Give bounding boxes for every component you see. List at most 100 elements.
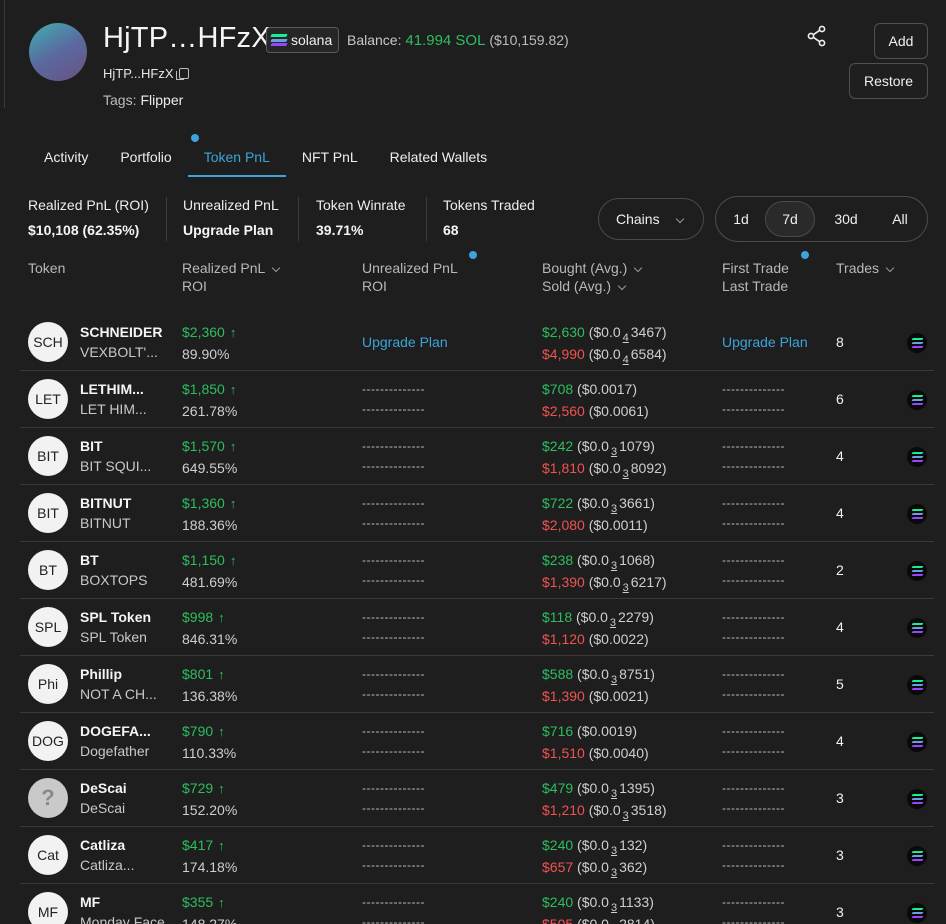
unrealized-pnl: --------------: [362, 781, 425, 795]
unrealized-pnl: --------------: [362, 439, 425, 453]
bought-avg-price: ($0.0 3 2279): [576, 609, 654, 629]
upgrade-plan-link[interactable]: Upgrade Plan: [362, 334, 448, 350]
stat-realized: Realized PnL (ROI) $10,108 (62.35%): [28, 197, 149, 238]
period-7d[interactable]: 7d: [765, 201, 815, 237]
period-all[interactable]: All: [878, 201, 922, 237]
restore-button[interactable]: Restore: [849, 63, 928, 99]
arrow-up-icon: ↑: [218, 724, 225, 739]
bought-avg-price: ($0.0019): [577, 723, 637, 739]
chains-dropdown[interactable]: Chains: [598, 198, 704, 240]
upgrade-plan-link[interactable]: Upgrade Plan: [722, 334, 808, 350]
tab-related-wallets[interactable]: Related Wallets: [374, 137, 504, 177]
token-icon: BIT: [28, 436, 68, 476]
table-row[interactable]: BIT BIT BIT SQUI... $1,570 ↑ 649.55% ---------…: [20, 428, 934, 485]
realized-pnl-value: $355: [182, 894, 214, 910]
bought: $479 ($0.0 3 1395): [542, 780, 655, 800]
sold-avg-price: ($0.032814): [577, 916, 655, 924]
unrealized-roi: --------------: [362, 516, 425, 530]
table-row[interactable]: SCH SCHNEIDER VEXBOLT'... $2,360 ↑ 89.90% Upgr…: [20, 314, 934, 371]
unrealized-pnl: --------------: [362, 724, 425, 738]
table-row[interactable]: LET LETHIM... LET HIM... $1,850 ↑ 261.78% ----…: [20, 371, 934, 428]
table-row[interactable]: SPL SPL Token SPL Token $998 ↑ 846.31% -------…: [20, 599, 934, 656]
trades-count: 2: [836, 562, 844, 578]
token-name[interactable]: BITNUT: [80, 495, 131, 511]
realized-pnl: $790 ↑: [182, 723, 225, 739]
tag-flipper[interactable]: Flipper: [140, 92, 183, 108]
first-trade: --------------: [722, 724, 785, 738]
token-name[interactable]: DOGEFA...: [80, 723, 151, 739]
token-name[interactable]: BT: [80, 552, 99, 568]
unrealized-pnl: --------------: [362, 838, 425, 852]
token-icon: LET: [28, 379, 68, 419]
last-trade: --------------: [722, 801, 785, 815]
column-realized-pnl[interactable]: Realized PnL ROI: [182, 259, 281, 295]
column-unrealized-pnl: Unrealized PnL ROI: [362, 259, 458, 295]
token-fullname: BIT SQUI...: [80, 458, 152, 474]
column-bought-sold[interactable]: Bought (Avg.) Sold (Avg.): [542, 259, 643, 295]
realized-pnl-value: $1,850: [182, 381, 225, 397]
period-1d[interactable]: 1d: [720, 201, 762, 237]
sold-amount: $4,990: [542, 346, 585, 362]
solana-icon: [907, 618, 927, 638]
stat-value: 39.71%: [316, 222, 364, 238]
token-icon: DOG: [28, 721, 68, 761]
table-row[interactable]: BIT BITNUT BITNUT $1,360 ↑ 188.36% -----------…: [20, 485, 934, 542]
zero-count: 3: [610, 902, 618, 914]
token-icon: SPL: [28, 607, 68, 647]
period-30d[interactable]: 30d: [821, 201, 871, 237]
sold-avg-price: ($0.0 3 6217): [588, 574, 667, 594]
table-row[interactable]: MF MF Monday Face $355 ↑ 148.27% -------------…: [20, 884, 934, 924]
tab-token-pnl[interactable]: Token PnL: [187, 137, 286, 177]
token-name[interactable]: Phillip: [80, 666, 122, 682]
token-name[interactable]: Catliza: [80, 837, 125, 853]
token-name[interactable]: MF: [80, 894, 100, 910]
tab-portfolio[interactable]: Portfolio: [104, 137, 187, 177]
unrealized-pnl: --------------: [362, 667, 425, 681]
arrow-up-icon: ↑: [229, 325, 237, 340]
token-fullname: Catliza...: [80, 857, 135, 873]
balance: Balance: 41.994 SOL ($10,159.82): [347, 32, 569, 49]
last-trade: --------------: [722, 459, 785, 473]
table-row[interactable]: DOG DOGEFA... Dogefather $790 ↑ 110.33% ------…: [20, 713, 934, 770]
table-row[interactable]: Cat Catliza Catliza... $417 ↑ 174.18% --------…: [20, 827, 934, 884]
bought: $588 ($0.0 3 8751): [542, 666, 655, 686]
unrealized-pnl: --------------: [362, 382, 425, 396]
realized-pnl: $801 ↑: [182, 666, 225, 682]
sold: $1,390 ($0.0021): [542, 688, 649, 704]
realized-pnl: $1,570 ↑: [182, 438, 236, 454]
token-name[interactable]: BIT: [80, 438, 103, 454]
stat-label: Unrealized PnL: [183, 197, 279, 213]
unrealized-roi: --------------: [362, 915, 425, 924]
token-name[interactable]: SCHNEIDER: [80, 324, 162, 340]
unrealized-pnl: --------------: [362, 610, 425, 624]
token-name[interactable]: DeScai: [80, 780, 127, 796]
table-row[interactable]: ? DeScai DeScai $729 ↑ 152.20% -------------- -…: [20, 770, 934, 827]
upgrade-plan-link[interactable]: Upgrade Plan: [183, 222, 279, 238]
first-trade: --------------: [722, 838, 785, 852]
solana-icon: [907, 504, 927, 524]
token-icon: Phi: [28, 664, 68, 704]
tab-activity[interactable]: Activity: [28, 137, 104, 177]
table-row[interactable]: Phi Phillip NOT A CH... $801 ↑ 136.38% -------…: [20, 656, 934, 713]
bought-amount: $240: [542, 894, 574, 910]
column-first-last-trade: First Trade Last Trade: [722, 259, 789, 295]
add-button[interactable]: Add: [874, 23, 928, 59]
sold-amount: $1,210: [542, 802, 585, 818]
sold: $1,210 ($0.0 3 3518): [542, 802, 667, 822]
token-name[interactable]: SPL Token: [80, 609, 151, 625]
bought-amount: $708: [542, 381, 574, 397]
zero-count: 4: [622, 332, 629, 344]
sold-amount: $657: [542, 859, 574, 875]
wallet-avatar: [29, 23, 87, 81]
copy-icon[interactable]: [175, 68, 189, 80]
share-icon[interactable]: [807, 25, 827, 47]
realized-pnl: $729 ↑: [182, 780, 225, 796]
realized-pnl-value: $998: [182, 609, 214, 625]
realized-pnl-value: $790: [182, 723, 214, 739]
token-fullname: Monday Face: [80, 914, 165, 924]
table-row[interactable]: BT BT BOXTOPS $1,150 ↑ 481.69% -------------- -…: [20, 542, 934, 599]
realized-pnl: $2,360 ↑: [182, 324, 236, 340]
token-name[interactable]: LETHIM...: [80, 381, 144, 397]
column-trades[interactable]: Trades: [836, 259, 895, 277]
tab-nft-pnl[interactable]: NFT PnL: [286, 137, 374, 177]
